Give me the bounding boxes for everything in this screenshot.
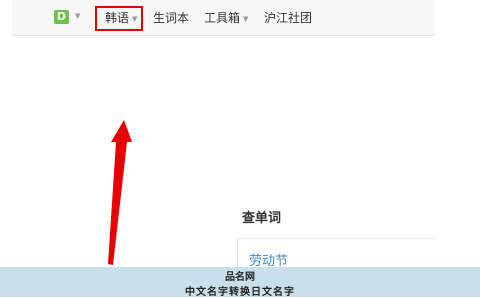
- watermark-subtitle: 中文名字转换日文名字: [185, 287, 295, 298]
- watermark-title: 品名网: [225, 272, 255, 283]
- lookup-word-title: 查单词: [242, 211, 282, 226]
- watermark-banner: 品名网 中文名字转换日文名字: [0, 267, 480, 298]
